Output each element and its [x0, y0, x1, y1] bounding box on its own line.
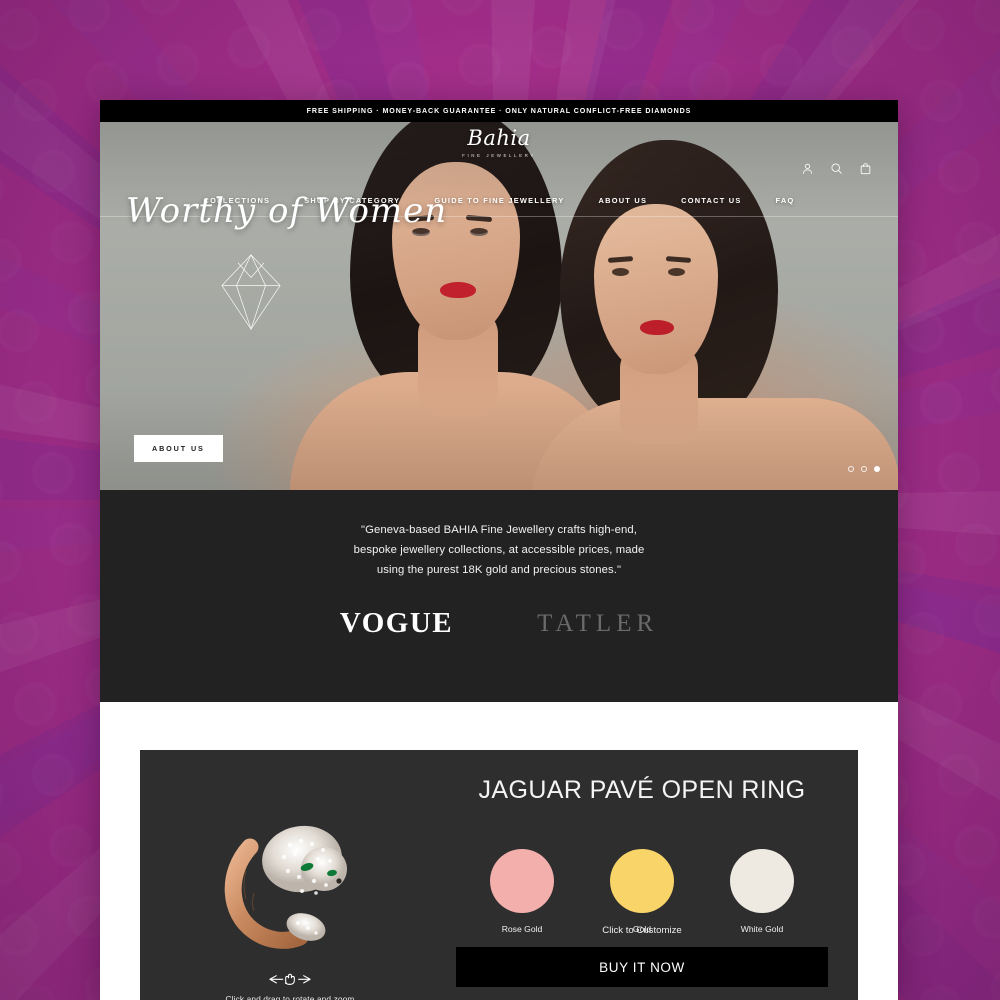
carousel-dots	[848, 466, 880, 472]
hero-section: Bahia FINE JEWELLERY COLLECTIONS SHOP BY…	[100, 122, 898, 490]
announcement-bar: FREE SHIPPING · MONEY-BACK GUARANTEE · O…	[100, 100, 898, 122]
drag-hand-icon	[269, 973, 311, 985]
header-icon-group	[801, 162, 872, 175]
carousel-dot-3[interactable]	[874, 466, 880, 472]
product-viewer[interactable]: Click and drag to rotate and zoom	[140, 750, 440, 1000]
swatch-rose-gold[interactable]: Rose Gold	[490, 849, 554, 934]
logo-tagline: FINE JEWELLERY	[462, 153, 536, 158]
quote-line-1: "Geneva-based BAHIA Fine Jewellery craft…	[361, 524, 637, 536]
logo-wordmark: Bahia	[467, 126, 531, 150]
hero-about-us-button[interactable]: ABOUT US	[134, 435, 223, 462]
nav-item-contact-us[interactable]: CONTACT US	[681, 196, 741, 205]
product-card: Click and drag to rotate and zoom JAGUAR…	[140, 750, 858, 1000]
website-page: FREE SHIPPING · MONEY-BACK GUARANTEE · O…	[100, 100, 898, 1000]
press-logo-row: VOGUE TATLER	[100, 607, 898, 640]
swatch-white-gold-circle[interactable]	[730, 849, 794, 913]
nav-item-shop-by-category[interactable]: SHOP BY CATEGORY	[304, 196, 400, 205]
ring-3d-viewer[interactable]	[206, 797, 374, 965]
metal-swatch-group: Rose Gold Gold White Gold	[490, 849, 794, 934]
swatch-rose-gold-circle[interactable]	[490, 849, 554, 913]
carousel-dot-2[interactable]	[861, 466, 867, 472]
quote-press-band: "Geneva-based BAHIA Fine Jewellery craft…	[100, 490, 898, 702]
site-logo[interactable]: Bahia FINE JEWELLERY	[462, 126, 536, 159]
product-title: JAGUAR PAVÉ OPEN RING	[478, 776, 806, 804]
press-logo-tatler: TATLER	[537, 609, 659, 637]
swatch-gold[interactable]: Gold	[610, 849, 674, 934]
site-header: Bahia FINE JEWELLERY COLLECTIONS SHOP BY…	[100, 122, 898, 217]
buy-it-now-button[interactable]: BUY IT NOW	[456, 947, 828, 987]
cart-icon[interactable]	[859, 162, 872, 175]
press-logo-vogue: VOGUE	[339, 607, 454, 640]
product-details: JAGUAR PAVÉ OPEN RING Rose Gold Gold Whi…	[440, 750, 858, 1000]
jaguar-ring-image	[224, 825, 347, 949]
customize-hint: Click to Customize	[602, 925, 682, 936]
swatch-gold-circle[interactable]	[610, 849, 674, 913]
nav-item-collections[interactable]: COLLECTIONS	[204, 196, 271, 205]
search-icon[interactable]	[830, 162, 843, 175]
account-icon[interactable]	[801, 162, 814, 175]
swatch-white-gold[interactable]: White Gold	[730, 849, 794, 934]
quote-line-2: bespoke jewellery collections, at access…	[353, 544, 645, 557]
primary-nav: COLLECTIONS SHOP BY CATEGORY GUIDE TO FI…	[100, 196, 898, 217]
nav-item-guide-to-fine-jewellery[interactable]: GUIDE TO FINE JEWELLERY	[434, 196, 564, 205]
brand-quote: "Geneva-based BAHIA Fine Jewellery craft…	[100, 490, 898, 580]
carousel-dot-1[interactable]	[848, 466, 854, 472]
rotate-hint-text: Click and drag to rotate and zoom	[225, 994, 355, 1000]
nav-item-faq[interactable]: FAQ	[776, 196, 795, 205]
swatch-white-gold-label: White Gold	[740, 924, 784, 934]
announcement-text: FREE SHIPPING · MONEY-BACK GUARANTEE · O…	[306, 107, 692, 115]
swatch-rose-gold-label: Rose Gold	[501, 924, 543, 934]
nav-item-about-us[interactable]: ABOUT US	[599, 196, 648, 205]
rotate-hint: Click and drag to rotate and zoom	[140, 971, 440, 1000]
quote-line-3: using the purest 18K gold and precious s…	[376, 564, 622, 577]
product-section: Click and drag to rotate and zoom JAGUAR…	[100, 702, 898, 1000]
